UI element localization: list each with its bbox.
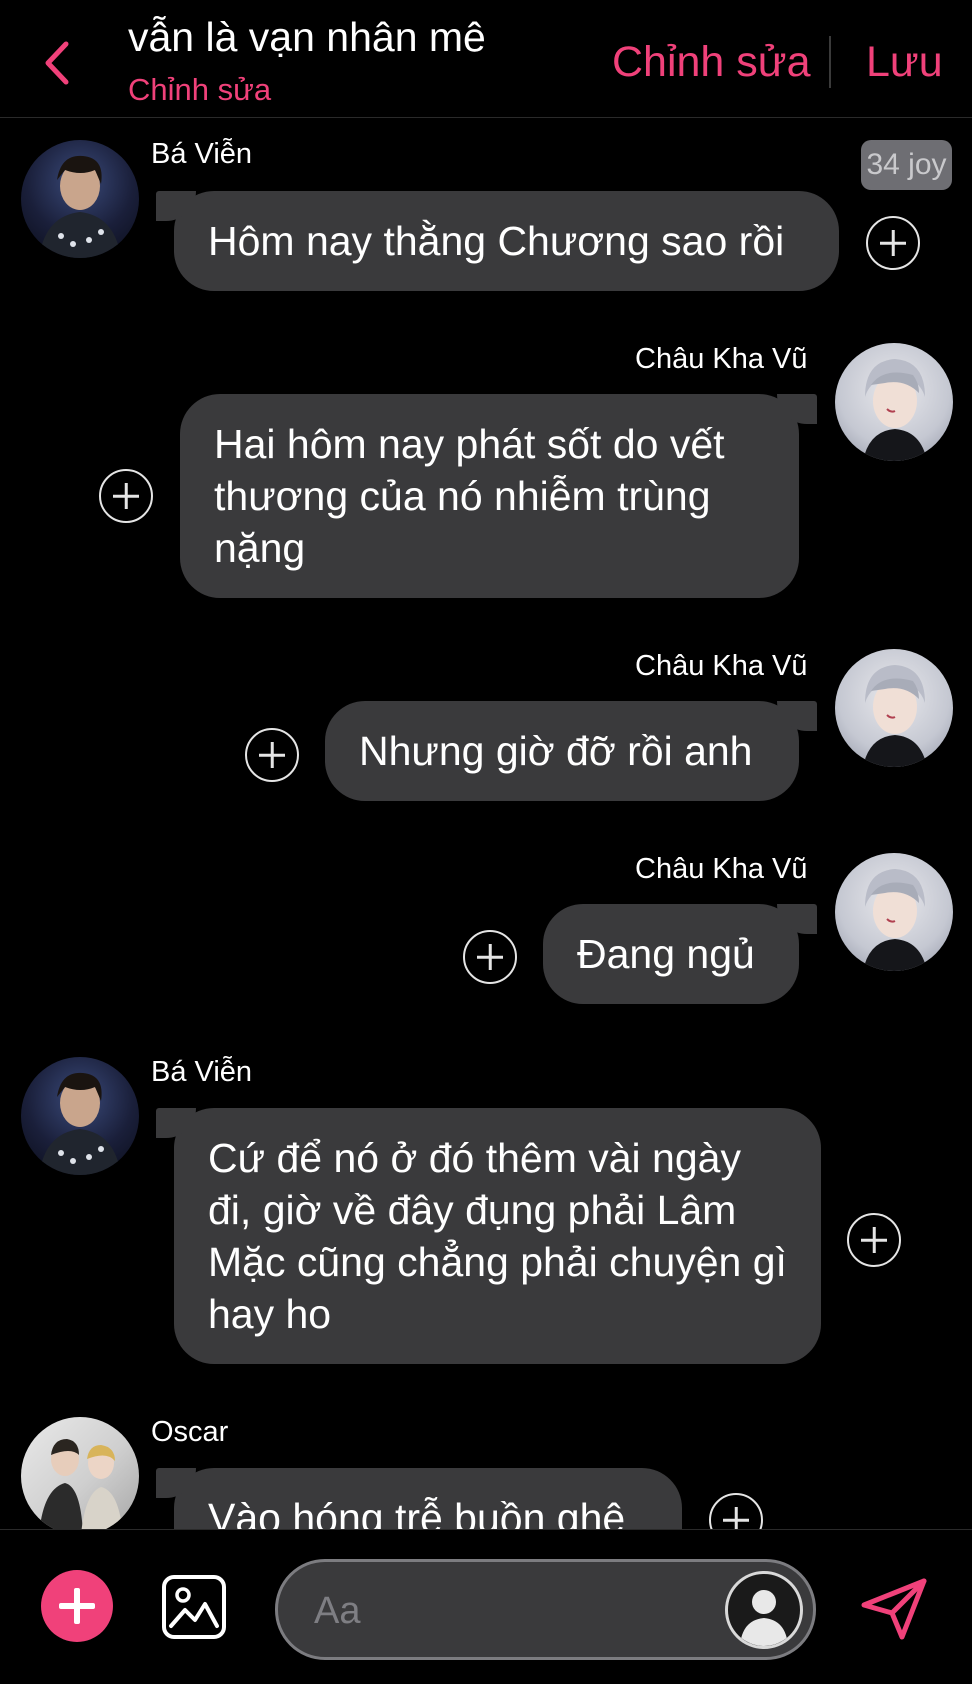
sender-name: Châu Kha Vũ — [635, 650, 808, 682]
add-reaction-plus-icon[interactable] — [866, 216, 920, 270]
message-text: Hôm nay thằng Chương sao rồi — [208, 218, 785, 264]
avatar-ba-vien[interactable] — [21, 140, 139, 258]
send-icon[interactable] — [858, 1575, 930, 1641]
image-icon[interactable] — [161, 1574, 227, 1640]
persona-avatar-icon[interactable] — [725, 1571, 803, 1649]
message-bubble[interactable]: Vào hóng trễ buồn ghê — [156, 1468, 682, 1529]
avatar-chau-kha-vu[interactable] — [835, 649, 953, 767]
sender-name: Bá Viễn — [151, 138, 253, 170]
message-text: Vào hóng trễ buồn ghê — [208, 1495, 626, 1529]
message-bubble[interactable]: Nhưng giờ đỡ rồi anh — [325, 701, 817, 801]
save-button[interactable]: Lưu — [866, 38, 943, 87]
add-reaction-plus-icon[interactable] — [463, 930, 517, 984]
add-reaction-plus-icon[interactable] — [847, 1213, 901, 1267]
message-text: Nhưng giờ đỡ rồi anh — [359, 728, 753, 774]
avatar-chau-kha-vu[interactable] — [835, 853, 953, 971]
message-input-container[interactable] — [275, 1559, 816, 1660]
message-bubble[interactable]: Hai hôm nay phát sốt do vết thương của n… — [180, 394, 817, 598]
message-text: Hai hôm nay phát sốt do vết thương của n… — [214, 421, 725, 571]
avatar-ba-vien[interactable] — [21, 1057, 139, 1175]
message-text: Đang ngủ — [577, 931, 755, 977]
add-plus-icon[interactable] — [41, 1570, 113, 1642]
chat-area[interactable]: Bá Viễn 34 joy Hôm nay thằng Chương sao … — [0, 119, 972, 1529]
conversation-title: vẫn là vạn nhân mê — [128, 14, 486, 60]
message-input[interactable] — [314, 1586, 694, 1636]
avatar-chau-kha-vu[interactable] — [835, 343, 953, 461]
sender-name: Bá Viễn — [151, 1056, 253, 1088]
back-chevron-icon[interactable] — [38, 38, 78, 88]
composer-bar — [0, 1529, 972, 1684]
top-bar: vẫn là vạn nhân mê Chỉnh sửa Chỉnh sửa L… — [0, 0, 972, 118]
message-bubble[interactable]: Cứ để nó ở đó thêm vài ngày đi, giờ về đ… — [156, 1108, 821, 1364]
add-reaction-plus-icon[interactable] — [99, 469, 153, 523]
add-reaction-plus-icon[interactable] — [709, 1493, 763, 1529]
message-bubble[interactable]: Hôm nay thằng Chương sao rồi — [156, 191, 839, 291]
edit-button[interactable]: Chỉnh sửa — [612, 38, 811, 87]
message-text: Cứ để nó ở đó thêm vài ngày đi, giờ về đ… — [208, 1135, 787, 1337]
message-bubble[interactable]: Đang ngủ — [543, 904, 817, 1004]
conversation-subtitle[interactable]: Chỉnh sửa — [128, 72, 271, 108]
sender-name: Châu Kha Vũ — [635, 853, 808, 885]
add-reaction-plus-icon[interactable] — [245, 728, 299, 782]
joy-badge: 34 joy — [861, 140, 952, 190]
sender-name: Châu Kha Vũ — [635, 343, 808, 375]
sender-name: Oscar — [151, 1416, 229, 1448]
header-divider — [829, 36, 831, 88]
avatar-oscar[interactable] — [21, 1417, 139, 1529]
